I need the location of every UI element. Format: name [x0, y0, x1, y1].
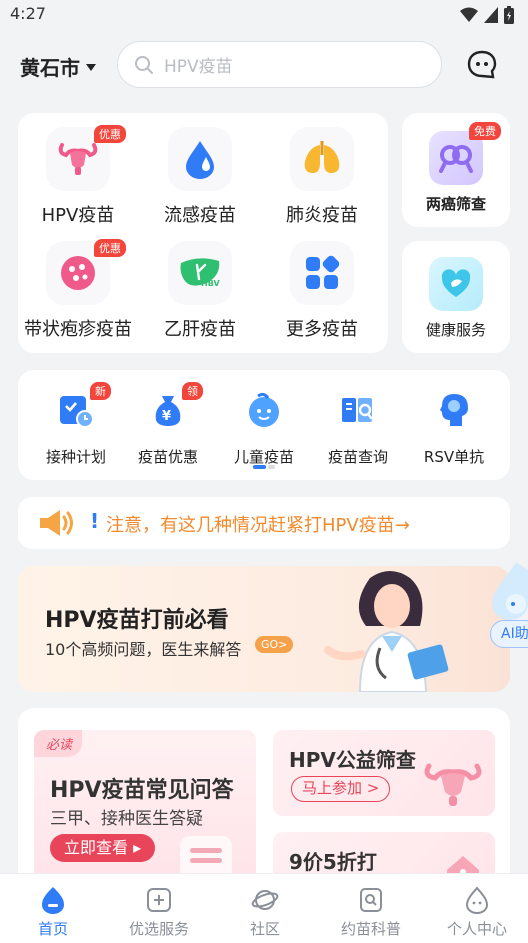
- ai-assistant-float[interactable]: AI助: [486, 560, 528, 656]
- faq-title: HPV疫苗常见问答: [50, 778, 234, 803]
- view-now-button[interactable]: 立即查看 ▸: [50, 834, 156, 862]
- banner-title: HPV疫苗打前必看: [45, 608, 229, 633]
- grid-icon: [290, 241, 354, 305]
- service-vaccine-discount[interactable]: ¥ 领 疫苗优惠: [120, 382, 216, 466]
- page-indicator: [253, 465, 275, 469]
- hpv-guide-banner[interactable]: HPV疫苗打前必看 10个高频问题，医生来解答 GO>: [18, 566, 510, 692]
- svg-text:HBV: HBV: [201, 279, 220, 288]
- tab-label: 优选服务: [128, 920, 189, 938]
- service-label: RSV单抗: [423, 448, 485, 466]
- search-bar[interactable]: HPV疫苗: [117, 41, 442, 88]
- service-label: 疫苗优惠: [137, 448, 198, 466]
- lungs-icon: [290, 127, 354, 191]
- side-card-cancer-screening[interactable]: 免费 两癌筛查: [402, 113, 510, 227]
- caret-down-icon: [86, 64, 96, 71]
- page-dot-active: [253, 465, 266, 469]
- tab-home[interactable]: 首页: [0, 874, 106, 943]
- uterus-illustration-icon: [424, 763, 482, 806]
- vaccine-label: 带状疱疹疫苗: [24, 319, 132, 340]
- service-vaccination-plan[interactable]: 新 接种计划: [28, 382, 124, 466]
- service-vaccine-query[interactable]: 疫苗查询: [310, 384, 406, 466]
- vaccine-hpv[interactable]: 优惠 HPV疫苗: [18, 113, 138, 226]
- signal-icon: [484, 7, 498, 23]
- side-card-health-service[interactable]: 健康服务: [402, 241, 510, 353]
- svg-text:¥: ¥: [162, 409, 171, 424]
- vaccine-badge: 优惠: [94, 125, 126, 143]
- status-bar: 4:27: [0, 0, 528, 30]
- vaccine-flu[interactable]: 流感疫苗: [140, 113, 260, 226]
- vaccine-label: 乙肝疫苗: [164, 319, 236, 340]
- city-name: 黄石市: [20, 56, 80, 80]
- service-label: 接种计划: [45, 448, 106, 466]
- city-selector[interactable]: 黄石市: [20, 52, 96, 81]
- must-read-tag: 必读: [34, 730, 83, 757]
- tab-label: 首页: [37, 920, 68, 938]
- side-card-label: 健康服务: [425, 321, 486, 339]
- vaccine-label: 流感疫苗: [164, 205, 236, 226]
- service-label: 儿童疫苗: [233, 448, 294, 466]
- discount-title: 9价5折打: [289, 850, 377, 874]
- speaker-icon: [40, 510, 73, 536]
- tab-community[interactable]: 社区: [212, 874, 318, 943]
- liver-icon: HBV: [168, 241, 232, 305]
- heart-shield-icon: [429, 257, 483, 311]
- side-card-badge: 免费: [469, 122, 501, 140]
- wifi-icon: [460, 7, 478, 22]
- vaccine-label: HPV疫苗: [41, 205, 115, 226]
- science-icon: [360, 888, 382, 912]
- service-badge: 新: [90, 382, 111, 400]
- service-badge: 领: [182, 382, 203, 400]
- tab-profile[interactable]: 个人中心: [424, 874, 528, 943]
- tab-label: 社区: [249, 920, 280, 938]
- tab-label: 约苗科普: [340, 920, 401, 938]
- system-icons: [460, 6, 514, 24]
- service-label: 疫苗查询: [327, 448, 388, 466]
- top-bar: 黄石市 HPV疫苗: [0, 40, 528, 90]
- status-time: 4:27: [10, 4, 46, 23]
- tab-services[interactable]: 优选服务: [106, 874, 212, 943]
- vaccine-label: 更多疫苗: [286, 319, 358, 340]
- join-now-button[interactable]: 马上参加 >: [291, 776, 391, 802]
- hpv-faq-card[interactable]: 必读 HPV疫苗常见问答 三甲、接种医生答疑 立即查看 ▸: [34, 730, 256, 888]
- vaccine-more[interactable]: 更多疫苗: [262, 227, 382, 340]
- planet-icon: [251, 890, 279, 910]
- side-card-label: 两癌筛查: [425, 195, 486, 213]
- search-icon: [135, 55, 153, 74]
- hpv-screening-card[interactable]: HPV公益筛查 马上参加 >: [273, 730, 495, 816]
- service-rsv[interactable]: RSV单抗: [406, 384, 502, 466]
- tab-science[interactable]: 约苗科普: [318, 874, 424, 943]
- service-row: 新 接种计划 ¥ 领 疫苗优惠 儿童疫苗 疫苗查询 RSV单抗: [18, 370, 510, 480]
- vaccine-pneumonia[interactable]: 肺炎疫苗: [262, 113, 382, 226]
- search-book-icon: [342, 398, 373, 422]
- faq-subtitle: 三甲、接种医生答疑: [50, 809, 203, 829]
- vaccine-label: 肺炎疫苗: [286, 205, 358, 226]
- vaccine-badge: 优惠: [94, 239, 126, 257]
- ai-assistant-label: AI助: [490, 620, 528, 648]
- service-child-vaccine[interactable]: 儿童疫苗: [216, 384, 312, 466]
- plus-square-icon: [147, 888, 171, 912]
- ai-droplet-icon: [492, 562, 528, 620]
- search-placeholder: HPV疫苗: [164, 57, 233, 77]
- banner-go-button[interactable]: GO>: [255, 636, 294, 653]
- screening-title: HPV公益筛查: [289, 748, 416, 772]
- head-icon: [440, 394, 468, 426]
- tab-label: 个人中心: [446, 920, 507, 938]
- vaccine-shingles[interactable]: 优惠 带状疱疹疫苗: [18, 227, 138, 340]
- page-dot: [268, 465, 275, 469]
- banner-subtitle: 10个高频问题，医生来解答: [45, 640, 242, 659]
- battery-icon: [504, 6, 514, 24]
- child-face-icon: [249, 392, 279, 427]
- alert-icon: !: [90, 509, 100, 533]
- notice-bar[interactable]: ! 注意，有这几种情况赶紧打HPV疫苗→: [18, 497, 510, 549]
- promo-block: 必读 HPV疫苗常见问答 三甲、接种医生答疑 立即查看 ▸ HPV公益筛查 马上…: [18, 708, 510, 888]
- vaccine-grid: 优惠 HPV疫苗 流感疫苗 肺炎疫苗 优惠 带状疱疹疫苗 HBV 乙肝疫苗 更多…: [18, 113, 388, 353]
- vaccine-hepatitis-b[interactable]: HBV 乙肝疫苗: [140, 227, 260, 340]
- doctor-illustration: [324, 571, 449, 692]
- user-drop-icon: [465, 886, 489, 914]
- home-icon: [42, 887, 64, 914]
- bottom-tab-bar: 首页 优选服务 社区 约苗科普 个人中心: [0, 873, 528, 943]
- notice-text: 注意，有这几种情况赶紧打HPV疫苗→: [106, 515, 410, 536]
- droplet-icon: [168, 127, 232, 191]
- message-icon[interactable]: [466, 49, 498, 81]
